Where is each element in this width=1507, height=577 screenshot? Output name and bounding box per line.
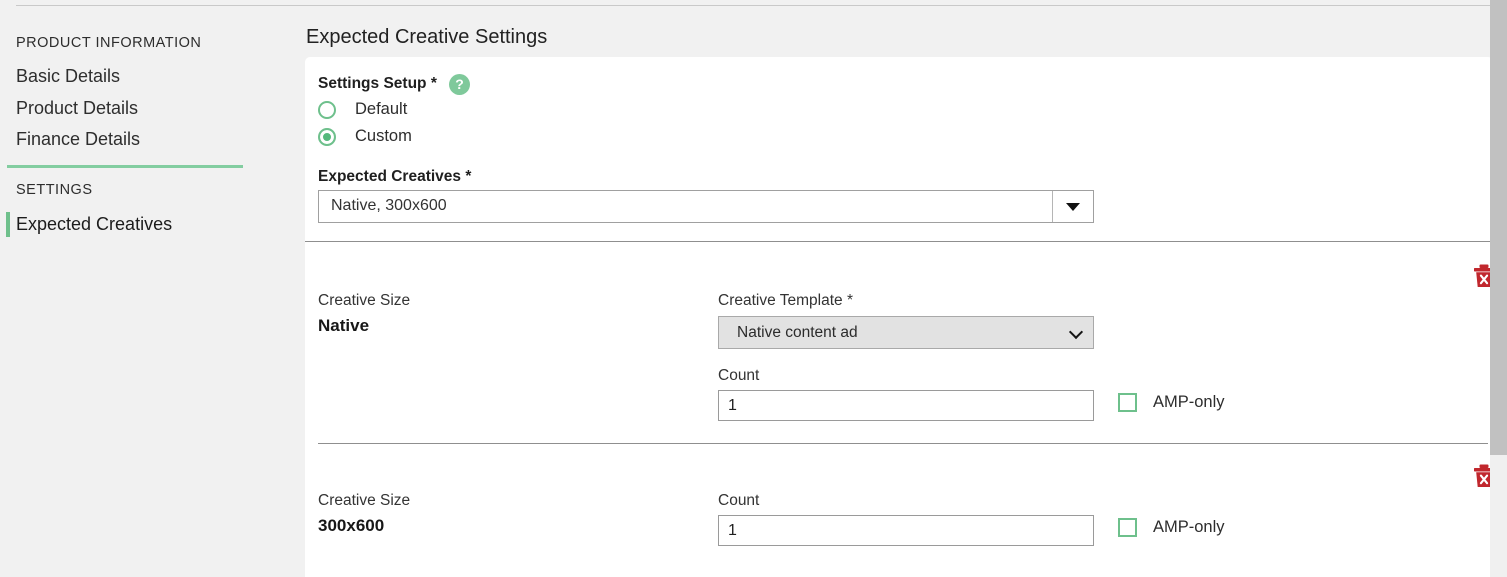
section-divider-1 bbox=[305, 241, 1493, 242]
creative-row-1-amp-only-checkbox[interactable]: AMP-only bbox=[1118, 393, 1225, 412]
creative-row-2-size-value: 300x600 bbox=[318, 516, 385, 535]
app-root: PRODUCT INFORMATION Basic Details Produc… bbox=[0, 0, 1507, 577]
expected-creative-settings-card: Settings Setup * ? Default Custom Expect… bbox=[305, 57, 1493, 577]
page-title: Expected Creative Settings bbox=[306, 26, 548, 48]
creative-row-1-template-label: Creative Template * bbox=[718, 292, 853, 309]
creative-row-1-template-select[interactable]: Native content ad bbox=[718, 316, 1094, 349]
sidebar: PRODUCT INFORMATION Basic Details Produc… bbox=[0, 6, 275, 577]
caret-down-icon bbox=[1066, 203, 1080, 211]
settings-setup-label: Settings Setup * bbox=[318, 75, 437, 92]
sidebar-heading-settings: SETTINGS bbox=[16, 182, 93, 198]
creative-row-1-count-input[interactable] bbox=[718, 390, 1094, 421]
help-icon[interactable]: ? bbox=[449, 74, 470, 95]
expected-creatives-label: Expected Creatives * bbox=[318, 168, 472, 185]
dropdown-separator bbox=[1052, 191, 1053, 222]
creative-row-1-amp-only-label: AMP-only bbox=[1153, 393, 1225, 411]
sidebar-item-finance-details[interactable]: Finance Details bbox=[0, 127, 140, 151]
radio-option-custom[interactable]: Custom bbox=[318, 127, 412, 146]
sidebar-item-basic-details[interactable]: Basic Details bbox=[0, 64, 120, 88]
sidebar-item-expected-creatives[interactable]: Expected Creatives bbox=[0, 211, 172, 237]
radio-label-custom: Custom bbox=[355, 127, 412, 145]
sidebar-divider bbox=[7, 165, 243, 168]
page-scrollbar-track[interactable] bbox=[1490, 0, 1507, 577]
sidebar-item-product-details[interactable]: Product Details bbox=[0, 96, 138, 120]
section-divider-2 bbox=[318, 443, 1488, 444]
radio-circle-selected-icon bbox=[318, 127, 336, 146]
creative-row-2-size-label: Creative Size bbox=[318, 492, 411, 509]
checkbox-icon bbox=[1118, 518, 1137, 537]
page-scrollbar-thumb[interactable] bbox=[1490, 0, 1507, 455]
creative-row-2-count-input[interactable] bbox=[718, 515, 1094, 546]
radio-circle-icon bbox=[318, 100, 336, 119]
creative-row-1-count-label: Count bbox=[718, 367, 760, 384]
chevron-down-icon bbox=[1068, 324, 1084, 340]
expected-creatives-value: Native, 300x600 bbox=[331, 197, 447, 214]
expected-creatives-dropdown[interactable]: Native, 300x600 bbox=[318, 190, 1094, 223]
sidebar-heading-product-information: PRODUCT INFORMATION bbox=[16, 35, 202, 51]
creative-row-1-size-value: Native bbox=[318, 316, 370, 335]
creative-row-2-amp-only-checkbox[interactable]: AMP-only bbox=[1118, 518, 1225, 537]
radio-option-default[interactable]: Default bbox=[318, 100, 407, 119]
radio-label-default: Default bbox=[355, 100, 408, 118]
checkbox-icon bbox=[1118, 393, 1137, 412]
creative-row-2-count-label: Count bbox=[718, 492, 760, 509]
creative-row-2-amp-only-label: AMP-only bbox=[1153, 518, 1225, 536]
creative-row-1-size-label: Creative Size bbox=[318, 292, 411, 309]
creative-row-1-template-value: Native content ad bbox=[737, 324, 858, 341]
